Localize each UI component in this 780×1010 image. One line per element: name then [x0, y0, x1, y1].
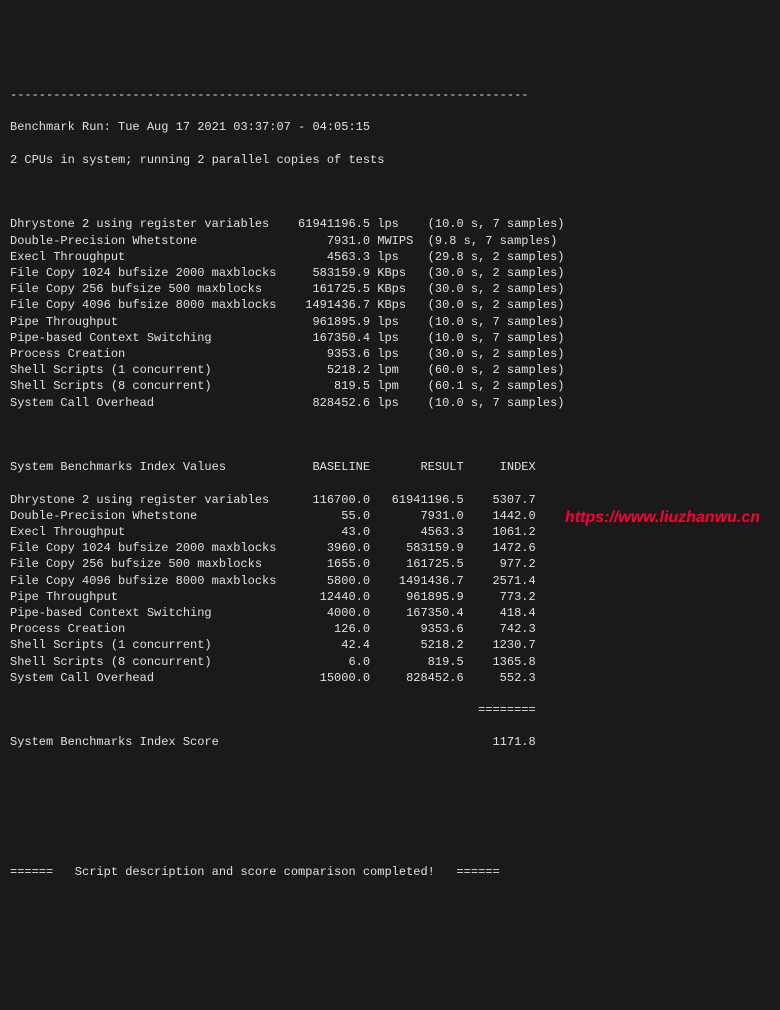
cpu-header: 2 CPUs in system; running 2 parallel cop… [10, 152, 770, 168]
tests-block: Dhrystone 2 using register variables 619… [10, 216, 770, 410]
test-row: Pipe-based Context Switching 167350.4 lp… [10, 330, 770, 346]
blank-line [10, 427, 770, 443]
index-row: Pipe Throughput 12440.0 961895.9 773.2 [10, 589, 770, 605]
index-row: Dhrystone 2 using register variables 116… [10, 492, 770, 508]
footer-line: ====== Script description and score comp… [10, 864, 770, 880]
test-row: File Copy 1024 bufsize 2000 maxblocks 58… [10, 265, 770, 281]
test-row: Process Creation 9353.6 lps (30.0 s, 2 s… [10, 346, 770, 362]
score-sep-row: ======== [10, 702, 770, 718]
test-row: Pipe Throughput 961895.9 lps (10.0 s, 7 … [10, 314, 770, 330]
test-row: Double-Precision Whetstone 7931.0 MWIPS … [10, 233, 770, 249]
test-row: Shell Scripts (8 concurrent) 819.5 lpm (… [10, 378, 770, 394]
index-row: Pipe-based Context Switching 4000.0 1673… [10, 605, 770, 621]
index-row: Shell Scripts (1 concurrent) 42.4 5218.2… [10, 637, 770, 653]
terminal-output: ----------------------------------------… [10, 71, 770, 897]
blank-line [10, 799, 770, 815]
index-row: Process Creation 126.0 9353.6 742.3 [10, 621, 770, 637]
index-row: Shell Scripts (8 concurrent) 6.0 819.5 1… [10, 654, 770, 670]
rule-line: ----------------------------------------… [10, 87, 770, 103]
test-row: File Copy 4096 bufsize 8000 maxblocks 14… [10, 297, 770, 313]
index-row: File Copy 256 bufsize 500 maxblocks 1655… [10, 556, 770, 572]
blank-line [10, 767, 770, 783]
test-row: System Call Overhead 828452.6 lps (10.0 … [10, 395, 770, 411]
test-row: Shell Scripts (1 concurrent) 5218.2 lpm … [10, 362, 770, 378]
blank-line [10, 832, 770, 848]
test-row: File Copy 256 bufsize 500 maxblocks 1617… [10, 281, 770, 297]
run-header: Benchmark Run: Tue Aug 17 2021 03:37:07 … [10, 119, 770, 135]
test-row: Dhrystone 2 using register variables 619… [10, 216, 770, 232]
blank-line [10, 184, 770, 200]
test-row: Execl Throughput 4563.3 lps (29.8 s, 2 s… [10, 249, 770, 265]
index-header-row: System Benchmarks Index Values BASELINE … [10, 459, 770, 475]
index-row: File Copy 4096 bufsize 8000 maxblocks 58… [10, 573, 770, 589]
watermark-url: https://www.liuzhanwu.cn [565, 507, 760, 529]
index-row: File Copy 1024 bufsize 2000 maxblocks 39… [10, 540, 770, 556]
score-row: System Benchmarks Index Score 1171.8 [10, 734, 770, 750]
index-row: System Call Overhead 15000.0 828452.6 55… [10, 670, 770, 686]
